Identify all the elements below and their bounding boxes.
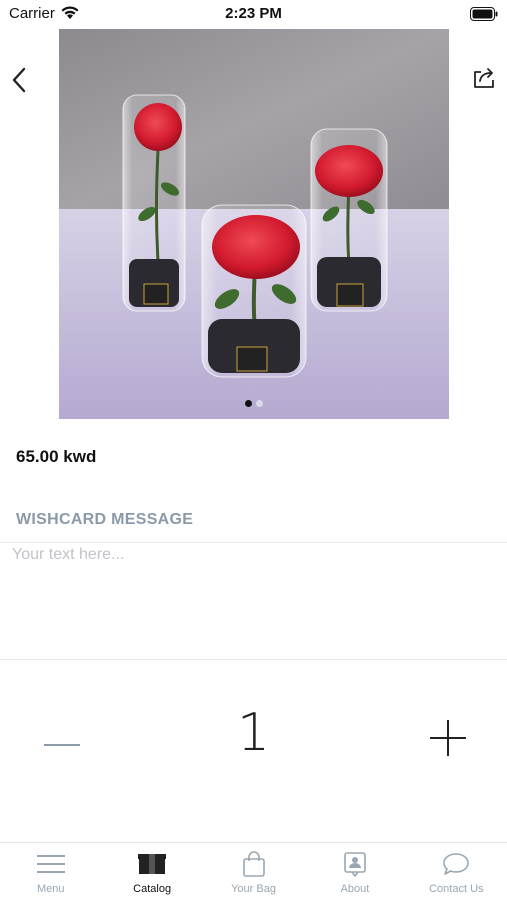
product-price: 65.00 kwd [16, 447, 97, 466]
wishcard-message-input[interactable] [12, 546, 492, 646]
product-photo [59, 29, 449, 419]
product-image-carousel[interactable] [59, 29, 449, 419]
tab-catalog[interactable]: Catalog [101, 843, 202, 901]
tab-label: Catalog [133, 883, 172, 895]
divider [0, 659, 507, 660]
carousel-dot[interactable] [245, 400, 252, 407]
tab-bar: Menu Catalog Your Bag About Contact Us [0, 842, 507, 901]
quantity-increase-button[interactable] [426, 718, 470, 762]
tab-label: Contact Us [429, 883, 484, 895]
carousel-page-indicator[interactable] [59, 400, 449, 407]
chevron-left-icon [11, 67, 27, 98]
share-icon [472, 65, 498, 94]
share-button[interactable] [471, 64, 499, 94]
tab-menu[interactable]: Menu [0, 843, 101, 901]
catalog-icon [137, 851, 167, 877]
bag-icon [242, 851, 266, 877]
tab-label: Your Bag [231, 883, 276, 895]
tab-contact-us[interactable]: Contact Us [406, 843, 507, 901]
tab-label: About [340, 883, 370, 895]
chat-icon [442, 851, 470, 877]
wishcard-title: WISHCARD MESSAGE [16, 511, 194, 528]
plus-icon [430, 719, 466, 761]
divider [0, 542, 507, 543]
carousel-dot[interactable] [256, 400, 263, 407]
tab-about[interactable]: About [304, 843, 405, 901]
about-icon [343, 851, 367, 877]
tab-label: Menu [36, 883, 65, 895]
tab-your-bag[interactable]: Your Bag [203, 843, 304, 901]
status-time: 2:23 PM [225, 5, 282, 22]
status-bar: Carrier 2:23 PM [0, 0, 507, 28]
back-button[interactable] [6, 66, 32, 98]
menu-icon [36, 851, 66, 877]
battery-icon [470, 7, 498, 25]
